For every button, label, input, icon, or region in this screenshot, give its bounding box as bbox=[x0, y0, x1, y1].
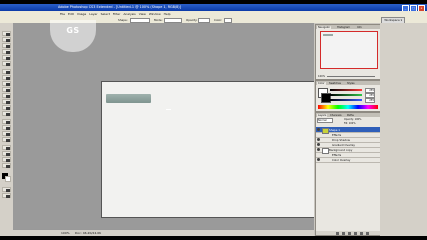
zoom-level[interactable]: 100% bbox=[61, 231, 70, 235]
path-select-tool-icon[interactable] bbox=[2, 131, 11, 136]
menu-filter[interactable]: Filter bbox=[113, 12, 120, 16]
document-info: Doc: 46.2K/24.0K bbox=[75, 231, 102, 235]
panel-dock: Navigator Histogram Info 100% Color Swat… bbox=[314, 23, 381, 236]
visibility-eye-icon[interactable] bbox=[317, 148, 320, 151]
color-label: Color: bbox=[214, 17, 223, 22]
pen-tool-icon[interactable] bbox=[2, 119, 11, 124]
visibility-eye-icon[interactable] bbox=[317, 143, 320, 146]
photoshop-window: Adobe Photoshop CS3 Extended - [Untitled… bbox=[0, 4, 427, 236]
menu-image[interactable]: Image bbox=[77, 12, 86, 16]
document-area bbox=[13, 23, 321, 229]
red-slider[interactable] bbox=[330, 89, 362, 91]
healing-brush-tool-icon[interactable] bbox=[2, 69, 11, 74]
tab-color[interactable]: Color bbox=[317, 81, 326, 85]
blue-slider[interactable] bbox=[330, 99, 362, 101]
layer-fill[interactable]: Fill: 100% bbox=[344, 122, 356, 125]
menu-analysis[interactable]: Analysis bbox=[123, 12, 135, 16]
tab-channels[interactable]: Channels bbox=[329, 114, 343, 117]
rounded-rectangle-shape[interactable] bbox=[106, 94, 151, 103]
green-slider[interactable] bbox=[330, 94, 362, 96]
menu-file[interactable]: File bbox=[60, 12, 65, 16]
letterbox-bottom bbox=[0, 236, 427, 240]
tab-paths[interactable]: Paths bbox=[346, 114, 355, 117]
effect-name: Color Overlay bbox=[332, 158, 351, 162]
trash-icon[interactable] bbox=[366, 231, 369, 235]
tab-histogram[interactable]: Histogram bbox=[336, 26, 351, 29]
layer-list: Shape 1 Effects Drop Shadow Gradient Ove… bbox=[316, 127, 380, 227]
opacity-label: Opacity: bbox=[186, 17, 198, 22]
screen: Adobe Photoshop CS3 Extended - [Untitled… bbox=[0, 0, 427, 240]
menu-select[interactable]: Select bbox=[101, 12, 110, 16]
slice-tool-icon[interactable] bbox=[2, 61, 11, 66]
layers-footer bbox=[316, 231, 380, 235]
link-layers-icon[interactable] bbox=[336, 231, 339, 235]
screen-mode-icon[interactable] bbox=[2, 193, 11, 198]
document-canvas[interactable] bbox=[101, 81, 321, 218]
tab-swatches[interactable]: Swatches bbox=[328, 82, 342, 85]
navigator-panel: Navigator Histogram Info 100% bbox=[315, 24, 381, 80]
shape-tool-icon[interactable] bbox=[2, 137, 11, 142]
menu-edit[interactable]: Edit bbox=[68, 12, 74, 16]
hand-tool-icon[interactable] bbox=[2, 157, 11, 162]
quick-mask-icon[interactable] bbox=[2, 187, 11, 192]
tab-navigator[interactable]: Navigator bbox=[317, 25, 332, 29]
layers-tabs: Layers Channels Paths bbox=[316, 113, 380, 117]
eraser-tool-icon[interactable] bbox=[2, 93, 11, 98]
tab-info[interactable]: Info bbox=[356, 26, 363, 29]
new-layer-icon[interactable] bbox=[360, 231, 363, 235]
layer-opacity[interactable]: Opacity: 100% bbox=[344, 118, 361, 121]
type-tool-icon[interactable] bbox=[2, 125, 11, 130]
move-tool-icon[interactable] bbox=[2, 31, 11, 36]
visibility-eye-icon[interactable] bbox=[317, 128, 320, 131]
navigator-preview[interactable] bbox=[320, 31, 378, 69]
navigator-zoom-value[interactable]: 100% bbox=[318, 75, 325, 78]
navigator-zoom-bar: 100% bbox=[317, 75, 379, 78]
color-spectrum[interactable] bbox=[318, 105, 378, 109]
color-tabs: Color Swatches Styles bbox=[316, 81, 380, 85]
clone-stamp-tool-icon[interactable] bbox=[2, 81, 11, 86]
dodge-tool-icon[interactable] bbox=[2, 111, 11, 116]
navigator-shape-thumb bbox=[323, 34, 333, 36]
menu-help[interactable]: Help bbox=[164, 12, 171, 16]
lasso-tool-icon[interactable] bbox=[2, 43, 11, 48]
status-bar: 100% Doc: 46.2K/24.0K bbox=[13, 229, 314, 236]
menu-view[interactable]: View bbox=[139, 12, 146, 16]
blur-tool-icon[interactable] bbox=[2, 105, 11, 110]
layers-panel: Layers Channels Paths Normal Opacity: 10… bbox=[315, 112, 381, 236]
gradient-tool-icon[interactable] bbox=[2, 99, 11, 104]
navigator-tabs: Navigator Histogram Info bbox=[316, 25, 380, 29]
watermark-text: GS bbox=[66, 26, 80, 35]
color-panel: Color Swatches Styles 255 255 255 bbox=[315, 80, 381, 112]
mouse-cursor-icon bbox=[166, 109, 171, 111]
quick-select-tool-icon[interactable] bbox=[2, 49, 11, 54]
add-style-icon[interactable] bbox=[342, 231, 345, 235]
marquee-tool-icon[interactable] bbox=[2, 37, 11, 42]
history-brush-tool-icon[interactable] bbox=[2, 87, 11, 92]
title-bar: Adobe Photoshop CS3 Extended - [Untitled… bbox=[0, 4, 427, 12]
background-color-swatch[interactable] bbox=[5, 176, 11, 182]
panel-side-strip bbox=[380, 23, 427, 236]
tab-layers[interactable]: Layers bbox=[317, 113, 328, 117]
color-overlay-row[interactable]: Color Overlay bbox=[316, 157, 380, 163]
zoom-tool-icon[interactable] bbox=[2, 163, 11, 168]
mode-label: Mode: bbox=[154, 17, 163, 22]
tab-styles[interactable]: Styles bbox=[346, 82, 356, 85]
new-group-icon[interactable] bbox=[354, 231, 357, 235]
blue-value[interactable]: 255 bbox=[365, 98, 375, 103]
window-title: Adobe Photoshop CS3 Extended - [Untitled… bbox=[58, 5, 181, 9]
eyedropper-tool-icon[interactable] bbox=[2, 151, 11, 156]
brush-tool-icon[interactable] bbox=[2, 75, 11, 80]
add-mask-icon[interactable] bbox=[348, 231, 351, 235]
visibility-eye-icon[interactable] bbox=[317, 158, 320, 161]
shape-label: Shape: bbox=[118, 17, 128, 22]
navigator-zoom-slider[interactable] bbox=[327, 76, 375, 77]
crop-tool-icon[interactable] bbox=[2, 55, 11, 60]
menu-layer[interactable]: Layer bbox=[89, 12, 97, 16]
menu-window[interactable]: Window bbox=[149, 12, 161, 16]
notes-tool-icon[interactable] bbox=[2, 145, 11, 150]
toolbox bbox=[0, 23, 14, 236]
visibility-eye-icon[interactable] bbox=[317, 138, 320, 141]
blend-mode-select[interactable]: Normal bbox=[317, 118, 333, 123]
